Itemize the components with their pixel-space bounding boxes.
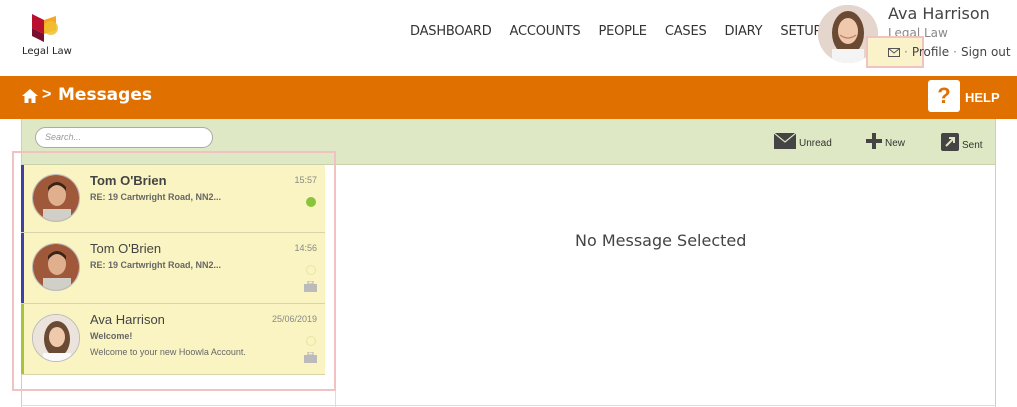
empty-detail-text: No Message Selected <box>575 231 747 250</box>
help-icon[interactable]: ? <box>928 80 960 112</box>
message-item[interactable]: Ava Harrison Welcome! Welcome to your ne… <box>21 304 325 375</box>
online-status-icon <box>306 197 316 207</box>
message-subject: RE: 19 Cartwright Road, NN2... <box>90 192 222 202</box>
page-title: Messages <box>58 85 152 105</box>
unread-button[interactable]: Unread <box>774 133 832 149</box>
thread-indicator <box>21 233 24 303</box>
sender-name: Tom O'Brien <box>90 241 162 256</box>
unread-label: Unread <box>799 138 832 149</box>
app-logo[interactable]: Legal Law <box>22 12 72 60</box>
briefcase-icon <box>304 352 317 363</box>
signout-link[interactable]: Sign out <box>961 45 1011 59</box>
profile-link[interactable]: Profile <box>912 45 949 59</box>
unread-indicator <box>21 165 24 232</box>
message-subject: Welcome! <box>90 331 133 341</box>
message-list: Tom O'Brien RE: 19 Cartwright Road, NN2.… <box>21 165 325 375</box>
sent-button[interactable]: Sent <box>941 133 983 151</box>
home-icon[interactable] <box>22 89 38 103</box>
message-subject: RE: 19 Cartwright Road, NN2... <box>90 260 222 270</box>
plus-icon <box>866 133 882 149</box>
message-preview: Welcome to your new Hoowla Account. <box>90 347 246 357</box>
nav-accounts[interactable]: ACCOUNTS <box>510 24 581 39</box>
link-separator: · <box>904 45 908 59</box>
breadcrumb-separator: > <box>42 86 52 103</box>
user-links: · Profile · Sign out <box>888 45 1011 59</box>
avatar <box>32 243 80 291</box>
read-indicator <box>21 304 24 374</box>
nav-people[interactable]: PEOPLE <box>598 24 647 39</box>
mail-icon[interactable] <box>888 47 900 57</box>
message-time: 25/06/2019 <box>271 314 317 324</box>
nav-cases[interactable]: CASES <box>665 24 707 39</box>
panel-bottom <box>21 405 996 406</box>
nav-dashboard[interactable]: DASHBOARD <box>410 24 492 39</box>
page-title-bar: > Messages ? HELP <box>0 76 1017 119</box>
message-item[interactable]: Tom O'Brien RE: 19 Cartwright Road, NN2.… <box>21 233 325 304</box>
nav-setup[interactable]: SETUP <box>780 24 821 39</box>
message-time: 14:56 <box>294 243 317 253</box>
avatar <box>32 314 80 362</box>
help-label[interactable]: HELP <box>965 90 1000 105</box>
offline-status-icon <box>306 336 316 346</box>
briefcase-icon <box>304 281 317 292</box>
sent-label: Sent <box>962 140 983 151</box>
logo-mark-icon <box>32 14 58 42</box>
sender-name: Ava Harrison <box>90 312 165 327</box>
message-item[interactable]: Tom O'Brien RE: 19 Cartwright Road, NN2.… <box>21 165 325 233</box>
link-separator: · <box>953 45 957 59</box>
sender-name: Tom O'Brien <box>90 173 167 188</box>
sent-arrow-icon <box>941 133 959 151</box>
envelope-icon <box>774 133 796 149</box>
new-button[interactable]: New <box>866 133 905 149</box>
main-nav: DASHBOARD ACCOUNTS PEOPLE CASES DIARY SE… <box>410 24 839 39</box>
user-name: Ava Harrison <box>888 4 990 23</box>
message-time: 15:57 <box>294 175 317 185</box>
search-input[interactable]: Search... <box>35 127 213 148</box>
top-header: Legal Law DASHBOARD ACCOUNTS PEOPLE CASE… <box>0 0 1017 76</box>
logo-text: Legal Law <box>22 46 72 57</box>
new-label: New <box>885 138 906 149</box>
nav-diary[interactable]: DIARY <box>725 24 763 39</box>
offline-status-icon <box>306 265 316 275</box>
avatar <box>32 174 80 222</box>
